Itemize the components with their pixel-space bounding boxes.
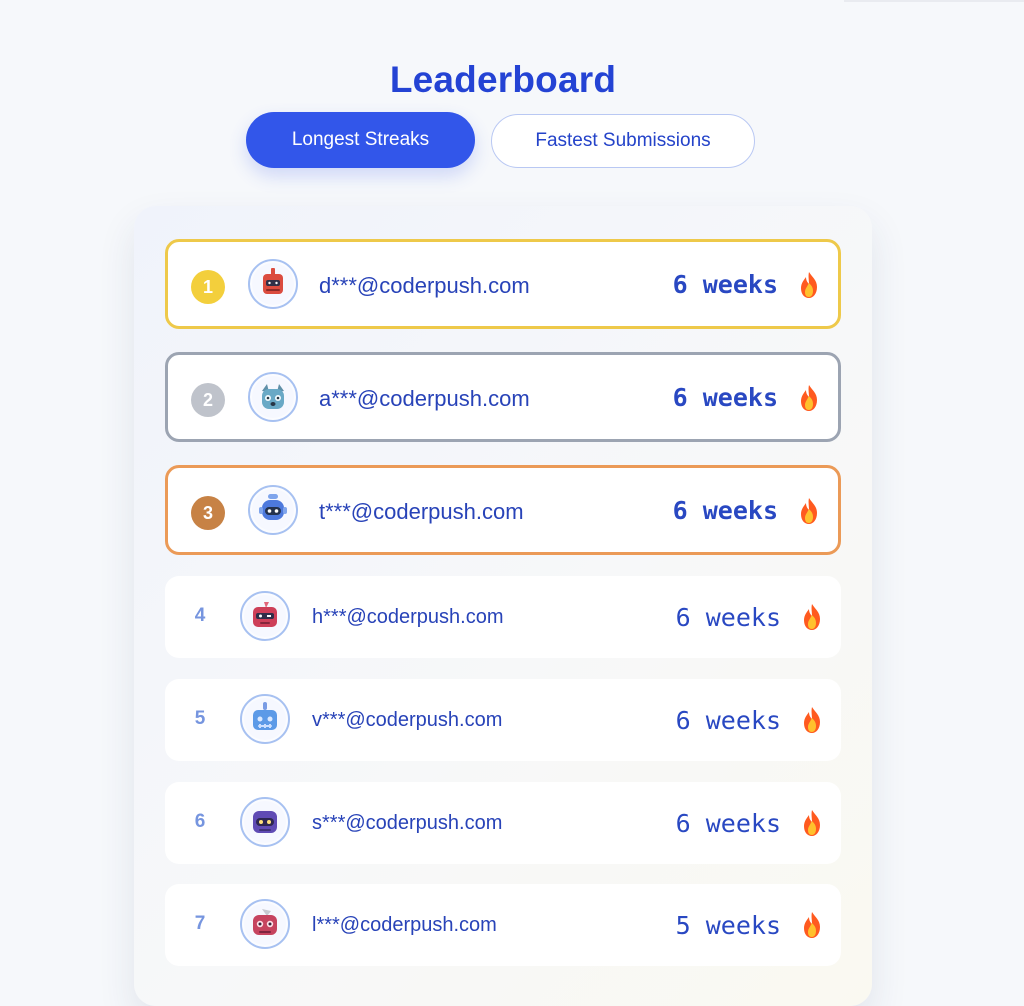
fire-icon [804, 912, 820, 938]
fire-icon [801, 498, 817, 524]
page-title: Leaderboard [389, 58, 617, 100]
fire-icon [804, 810, 820, 836]
leaderboard-row-3: 3 t***@coderpush.com 6 weeks [165, 465, 841, 555]
fire-icon [804, 707, 820, 733]
rank-number: 5 [194, 708, 206, 729]
blue-robot-avatar-icon [248, 372, 298, 422]
streak-value: 6 weeks [675, 603, 781, 632]
user-email: a***@coderpush.com [319, 386, 530, 411]
blue-robot-avatar-icon [240, 694, 290, 744]
fire-icon [801, 272, 817, 298]
rank-number: 6 [194, 811, 206, 832]
silver-rank-badge: 2 [191, 383, 225, 417]
top-edge-line [844, 0, 1024, 2]
streak-value: 5 weeks [675, 911, 781, 940]
purple-robot-avatar-icon [240, 797, 290, 847]
user-email: d***@coderpush.com [319, 273, 530, 298]
leaderboard-row-1: 1 d***@coderpush.com 6 weeks [165, 239, 841, 329]
leaderboard-row-2: 2 a***@coderpush.com 6 weeks [165, 352, 841, 442]
leaderboard-row-5: 5 v***@coderpush.com 6 weeks [165, 679, 841, 761]
gold-rank-badge: 1 [191, 270, 225, 304]
user-email: l***@coderpush.com [312, 914, 497, 936]
leaderboard-row-7: 7 l***@coderpush.com 5 weeks [165, 884, 841, 966]
leaderboard-tabs: Longest Streaks Fastest Submissions [246, 112, 755, 168]
leaderboard-row-4: 4 h***@coderpush.com 6 weeks [165, 576, 841, 658]
streak-value: 6 weeks [675, 706, 781, 735]
rank-number: 7 [194, 913, 206, 934]
bronze-rank-badge: 3 [191, 496, 225, 530]
red-robot-avatar-icon [248, 259, 298, 309]
blue-robot-avatar-icon [248, 485, 298, 535]
red-robot-avatar-icon [240, 591, 290, 641]
fire-icon [804, 604, 820, 630]
red-robot-avatar-icon [240, 899, 290, 949]
user-email: h***@coderpush.com [312, 606, 504, 628]
streak-value: 6 weeks [675, 809, 781, 838]
leaderboard-row-6: 6 s***@coderpush.com 6 weeks [165, 782, 841, 864]
streak-value: 6 weeks [672, 270, 778, 299]
tab-fastest-submissions[interactable]: Fastest Submissions [491, 114, 755, 168]
tab-longest-streaks[interactable]: Longest Streaks [246, 112, 475, 168]
fire-icon [801, 385, 817, 411]
user-email: s***@coderpush.com [312, 812, 503, 834]
rank-number: 4 [194, 605, 206, 626]
user-email: v***@coderpush.com [312, 709, 503, 731]
streak-value: 6 weeks [672, 383, 778, 412]
user-email: t***@coderpush.com [319, 499, 524, 524]
streak-value: 6 weeks [672, 496, 778, 525]
